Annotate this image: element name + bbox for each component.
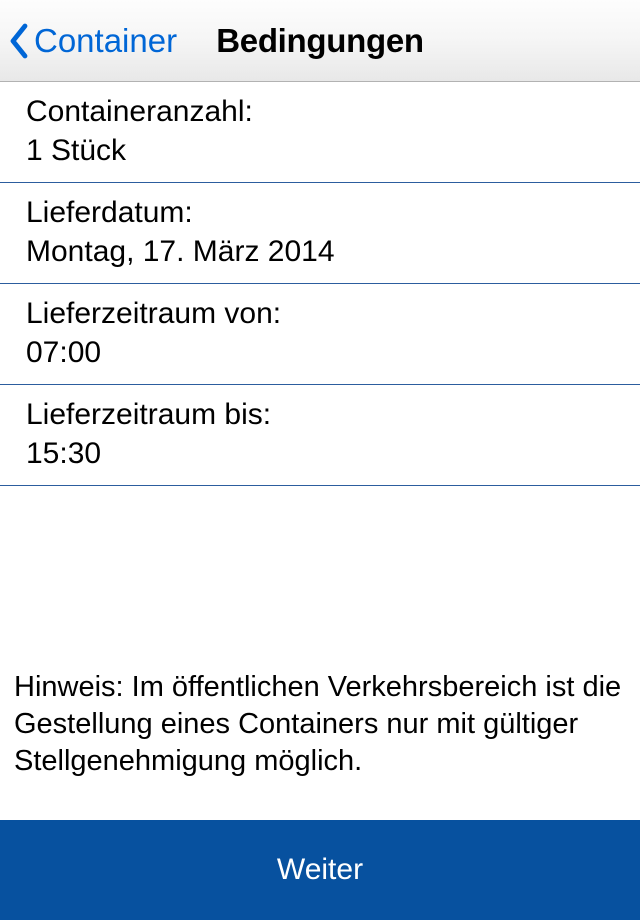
hint-text: Hinweis: Im öffentlichen Verkehrsbereich… (14, 669, 626, 780)
navigation-bar: Container Bedingungen (0, 0, 640, 82)
row-delivery-until[interactable]: Lieferzeitraum bis: 15:30 (0, 385, 640, 486)
row-value: 15:30 (26, 434, 614, 473)
form-list: Containeranzahl: 1 Stück Lieferdatum: Mo… (0, 82, 640, 486)
row-value: 1 Stück (26, 131, 614, 170)
row-value: Montag, 17. März 2014 (26, 232, 614, 271)
back-button[interactable]: Container (8, 22, 177, 60)
row-delivery-date[interactable]: Lieferdatum: Montag, 17. März 2014 (0, 183, 640, 284)
row-label: Containeranzahl: (26, 92, 614, 131)
back-label: Container (34, 22, 177, 60)
page-title: Bedingungen (216, 22, 424, 60)
row-container-count[interactable]: Containeranzahl: 1 Stück (0, 82, 640, 183)
row-delivery-from[interactable]: Lieferzeitraum von: 07:00 (0, 284, 640, 385)
row-label: Lieferzeitraum von: (26, 294, 614, 333)
row-value: 07:00 (26, 333, 614, 372)
row-label: Lieferzeitraum bis: (26, 395, 614, 434)
row-label: Lieferdatum: (26, 193, 614, 232)
chevron-left-icon (8, 23, 30, 59)
continue-button[interactable]: Weiter (0, 820, 640, 920)
